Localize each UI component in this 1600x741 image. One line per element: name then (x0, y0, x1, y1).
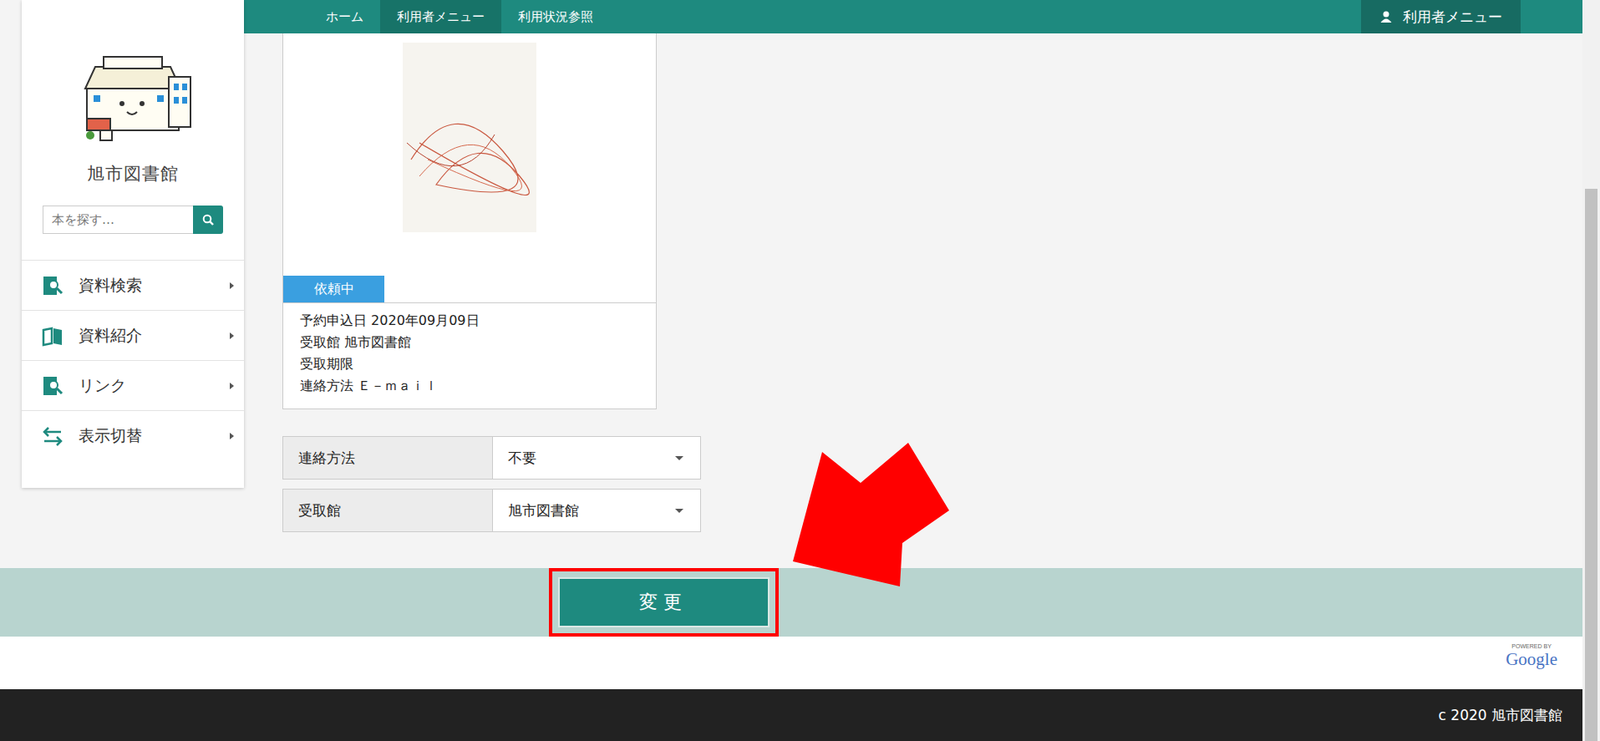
library-title: 旭市図書館 (86, 162, 179, 186)
top-bar: ホーム利用者メニュー利用状況参照利用者メニュー (243, 0, 1583, 34)
reservation-card: 依頼中予約申込日 2020年09月09日受取館 旭市図書館受取期限 連絡方法 Ｅ… (282, 33, 657, 410)
scrollbar[interactable] (1582, 0, 1600, 741)
footer: c 2020 旭市図書館 (0, 689, 1583, 741)
form-label: 連絡方法 (283, 436, 493, 479)
library-page: 旭市図書館資料検索資料紹介リンク表示切替ホーム利用者メニュー利用状況参照利用者メ… (0, 0, 1600, 741)
status-badge: 依頼中 (283, 275, 385, 303)
sidebar-item[interactable]: 表示切替 (21, 410, 244, 461)
sidebar-item[interactable]: 資料検索 (21, 259, 244, 310)
caret-right-icon (229, 282, 234, 290)
highlight-frame: 変更 (548, 568, 779, 637)
breadcrumb-item[interactable]: 利用状況参照 (501, 0, 610, 34)
breadcrumb-item[interactable]: ホーム (309, 0, 381, 34)
form-row: 受取館旭市図書館 (282, 488, 701, 533)
caret-right-icon (229, 382, 234, 390)
book-cover (402, 42, 537, 233)
sidebar: 旭市図書館資料検索資料紹介リンク表示切替 (21, 0, 244, 488)
open-book-icon (41, 325, 64, 347)
change-button[interactable]: 変更 (558, 577, 770, 628)
upper-area: 旭市図書館資料検索資料紹介リンク表示切替ホーム利用者メニュー利用状況参照利用者メ… (0, 0, 1583, 569)
breadcrumb-item[interactable]: 利用者メニュー (380, 0, 502, 34)
sidebar-item[interactable]: 資料紹介 (21, 309, 244, 361)
caret-down-icon (675, 456, 684, 461)
sidebar-item-label: 表示切替 (78, 425, 215, 447)
caret-right-icon (229, 432, 234, 440)
magnifier-icon (202, 213, 214, 226)
cover-swirl-icon (402, 42, 537, 233)
user-menu-label: 利用者メニュー (1402, 7, 1503, 27)
detail-line: 受取館 旭市図書館 (299, 331, 640, 354)
button-band: 変更 (0, 568, 1583, 637)
select-field[interactable]: 不要 (492, 436, 701, 479)
caret-down-icon (675, 508, 684, 514)
library-mascot-icon (70, 51, 196, 146)
reservation-details: 予約申込日 2020年09月09日受取館 旭市図書館受取期限 連絡方法 Ｅ－ｍａ… (283, 302, 656, 409)
search-button[interactable] (193, 205, 224, 234)
change-form: 連絡方法不要受取館旭市図書館 (282, 436, 701, 533)
sidebar-item[interactable]: リンク (21, 360, 244, 411)
document-search-icon (41, 274, 64, 297)
select-field[interactable]: 旭市図書館 (492, 489, 701, 532)
person-icon (1379, 10, 1393, 24)
detail-line: 連絡方法 Ｅ－ｍａｉｌ (299, 375, 640, 397)
sidebar-item-label: 資料検索 (78, 274, 215, 297)
form-label: 受取館 (283, 489, 493, 532)
detail-line: 予約申込日 2020年09月09日 (299, 309, 640, 332)
google-badge: POWERED BYGoogle (1505, 643, 1558, 669)
scrollbar-thumb[interactable] (1584, 188, 1598, 741)
search-bar (42, 205, 224, 234)
red-arrow-icon (777, 434, 961, 602)
powered-by: POWERED BYGoogle (0, 636, 1583, 690)
sidebar-item-label: リンク (78, 375, 215, 397)
form-row: 連絡方法不要 (282, 436, 701, 480)
caret-right-icon (229, 332, 234, 340)
user-menu-button[interactable]: 利用者メニュー (1361, 0, 1521, 34)
search-input[interactable] (42, 205, 194, 234)
detail-line: 受取期限 (299, 353, 640, 376)
breadcrumb: ホーム利用者メニュー利用状況参照 (309, 0, 610, 34)
cover-area (283, 33, 656, 276)
sidebar-menu: 資料検索資料紹介リンク表示切替 (21, 259, 244, 461)
link-search-icon (41, 375, 64, 397)
sidebar-item-label: 資料紹介 (78, 325, 215, 347)
main-column: 旭市図書館資料検索資料紹介リンク表示切替ホーム利用者メニュー利用状況参照利用者メ… (0, 0, 1583, 741)
switch-arrows-icon (41, 425, 64, 447)
